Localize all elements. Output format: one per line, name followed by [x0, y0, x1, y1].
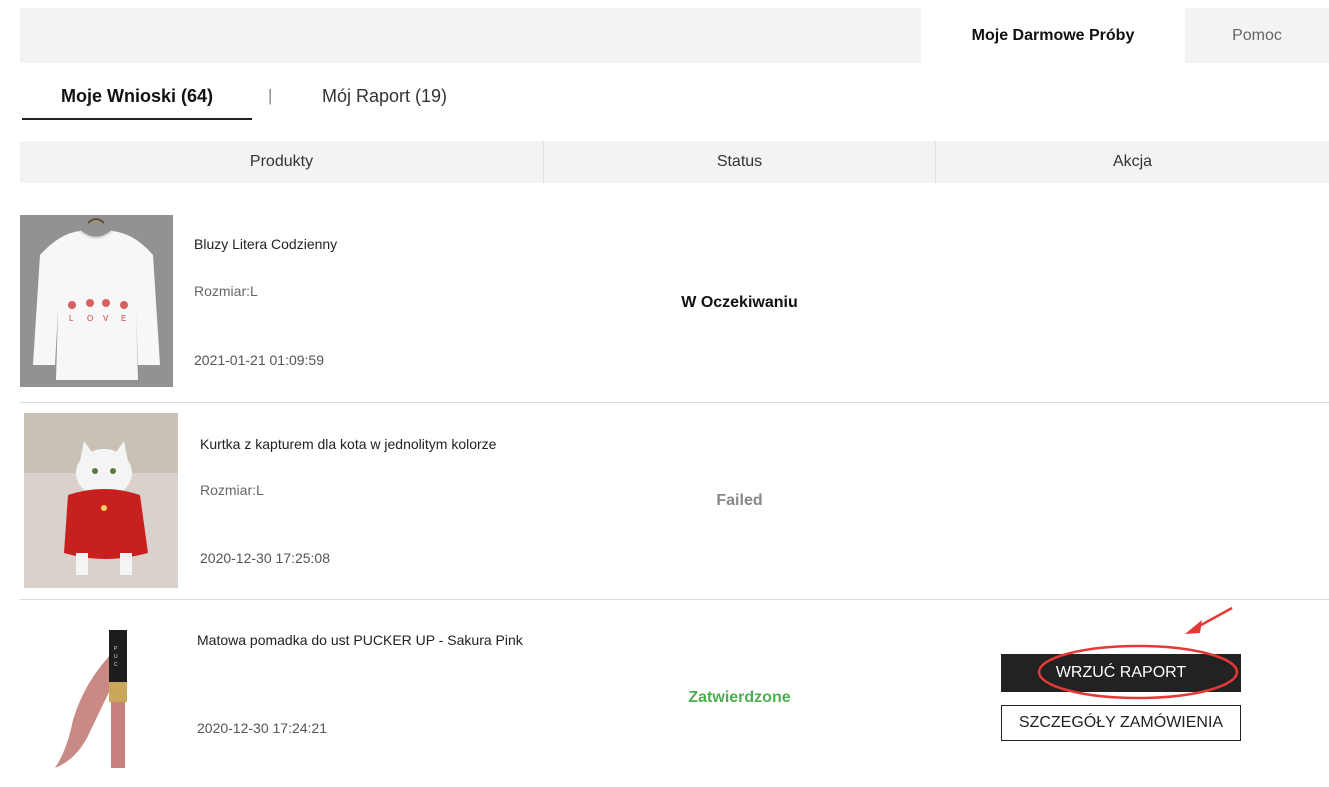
svg-text:U: U: [114, 654, 118, 660]
status-text: W Oczekiwaniu: [681, 294, 798, 311]
product-image-lipstick[interactable]: PUC: [45, 620, 155, 780]
column-header-status: Status: [544, 141, 936, 183]
table-row: Kurtka z kapturem dla kota w jednolitym …: [20, 402, 1329, 600]
column-header-action: Akcja: [1112, 153, 1153, 170]
svg-text:V: V: [103, 314, 109, 323]
request-date: 2021-01-21 01:09:59: [194, 352, 324, 368]
product-size: Rozmiar:L: [194, 283, 258, 299]
product-name[interactable]: Matowa pomadka do ust PUCKER UP - Sakura…: [197, 632, 542, 649]
request-date: 2020-12-30 17:24:21: [197, 720, 327, 736]
tab-my-free-trials[interactable]: Moje Darmowe Próby: [921, 8, 1185, 63]
svg-text:L: L: [69, 314, 74, 323]
annotation-highlight: [1037, 606, 1239, 700]
table-row: L O V E Bluzy Litera Codzienny Rozmiar:L 20…: [20, 183, 1329, 403]
order-details-button[interactable]: SZCZEGÓŁY ZAMÓWIENIA: [1001, 705, 1241, 741]
table-header: Produkty Status Akcja: [20, 141, 1329, 183]
product-size: Rozmiar:L: [200, 482, 264, 498]
svg-text:E: E: [121, 314, 126, 323]
product-name[interactable]: Bluzy Litera Codzienny: [194, 236, 534, 253]
status-text: Failed: [716, 492, 763, 509]
product-image-cat-hoodie[interactable]: [24, 413, 178, 588]
tab-help[interactable]: Pomoc: [1185, 8, 1329, 63]
product-image-sweatshirt[interactable]: LOVE: [20, 215, 173, 387]
column-header-products: Produkty: [20, 141, 544, 183]
request-date: 2020-12-30 17:25:08: [200, 550, 330, 566]
status-text: Zatwierdzone: [688, 689, 791, 706]
product-name[interactable]: Kurtka z kapturem dla kota w jednolitym …: [200, 436, 540, 453]
svg-text:C: C: [114, 662, 118, 668]
tab-separator: |: [268, 86, 273, 105]
highlight-ellipse: [1037, 644, 1239, 700]
tab-my-report[interactable]: Mój Raport (19): [322, 86, 447, 107]
arrow-head-icon: [1185, 620, 1202, 634]
tab-my-requests[interactable]: Moje Wnioski (64): [22, 86, 252, 120]
svg-text:O: O: [87, 314, 93, 323]
